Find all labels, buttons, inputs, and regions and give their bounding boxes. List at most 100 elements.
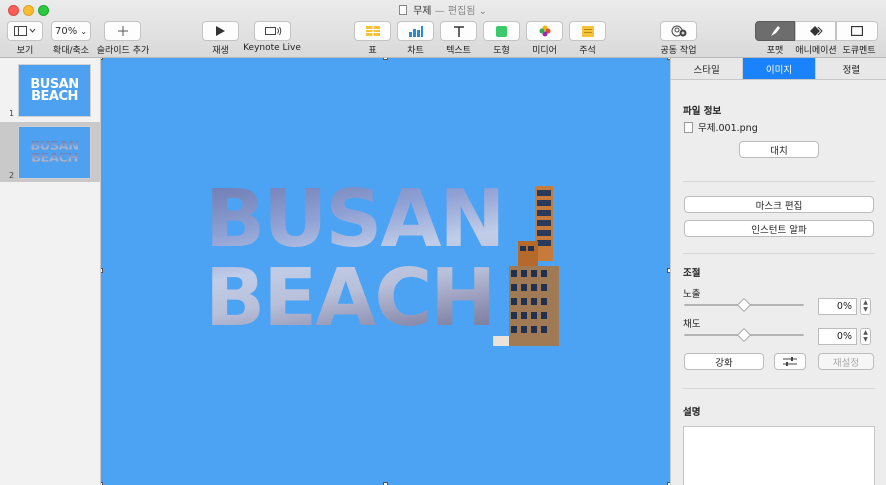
animate-icon: [809, 26, 823, 36]
window-title-text: 무제: [413, 6, 432, 17]
divider: [683, 388, 875, 389]
zoom-label: 확대/축소: [52, 46, 90, 56]
chevron-down-icon: ▼: [863, 336, 868, 344]
document-panel-icon: [851, 26, 863, 36]
shape-icon: [496, 25, 507, 37]
shape-label: 도형: [493, 46, 510, 56]
adjust-title: 조절: [683, 268, 701, 279]
chart-button[interactable]: [397, 21, 434, 41]
format-label: 포맷: [766, 46, 784, 56]
exposure-label: 노출: [683, 289, 701, 300]
tab-style[interactable]: 스타일: [671, 58, 744, 79]
chevron-up-icon: ▲: [863, 298, 868, 306]
comment-button[interactable]: [569, 21, 606, 41]
exposure-field[interactable]: 0%: [818, 298, 857, 315]
inspector-panel: 스타일 이미지 정렬 파일 정보 무제.001.png 대치 마스크 편집 인스…: [670, 58, 886, 485]
edit-mask-button[interactable]: 마스크 편집: [684, 196, 874, 213]
table-button[interactable]: [354, 21, 391, 41]
enhance-button[interactable]: 강화: [684, 353, 764, 370]
animate-label: 애니메이션: [795, 46, 837, 56]
chevron-up-icon: ▲: [863, 328, 868, 336]
sliders-icon: [783, 357, 797, 366]
animate-button[interactable]: [795, 21, 836, 41]
tab-image[interactable]: 이미지: [743, 58, 816, 79]
document-icon: [398, 5, 407, 15]
collaborate-label: 공동 작업: [660, 46, 697, 56]
exposure-slider-thumb[interactable]: [736, 297, 752, 313]
instant-alpha-button[interactable]: 인스턴트 알파: [684, 220, 874, 237]
document-button[interactable]: [836, 21, 878, 41]
text-button[interactable]: [440, 21, 477, 41]
view-button[interactable]: [7, 21, 43, 41]
add-slide-button[interactable]: [104, 21, 141, 41]
toolbar: 무제 — 편집됨 ⌄ 보기 70% ⌄ 확대/축소 슬라이드 추가 재생 Key…: [0, 0, 886, 58]
resize-handle[interactable]: [101, 268, 103, 273]
comment-icon: [581, 25, 594, 37]
media-label: 미디어: [532, 46, 557, 56]
plus-icon: [117, 26, 128, 36]
slide-number: 1: [9, 109, 15, 118]
building-photo: [493, 186, 559, 346]
reset-button[interactable]: 재설정: [818, 353, 874, 370]
slide-navigator: 1 BUSAN BEACH 2 BUSAN BEACH: [0, 58, 101, 485]
slide-preview: BUSAN BEACH: [18, 64, 91, 117]
chevron-down-icon: ▼: [863, 306, 868, 314]
slide-thumbnail-1[interactable]: 1 BUSAN BEACH: [0, 60, 100, 120]
text-label: 텍스트: [446, 46, 471, 56]
slide-canvas[interactable]: BUSAN BEACH: [101, 58, 670, 485]
saturation-stepper[interactable]: ▲ ▼: [860, 328, 871, 345]
chevron-down-icon[interactable]: ⌄: [479, 6, 487, 17]
chevron-down-icon: ⌄: [80, 26, 87, 36]
exposure-stepper[interactable]: ▲ ▼: [860, 298, 871, 315]
saturation-label: 채도: [683, 319, 701, 330]
collaborate-button[interactable]: [660, 21, 697, 41]
keynote-live-button[interactable]: [254, 21, 291, 41]
media-button[interactable]: [526, 21, 563, 41]
play-icon: [216, 26, 225, 36]
add-slide-label: 슬라이드 추가: [96, 46, 150, 56]
slide-text-line2: BEACH: [31, 88, 78, 104]
table-icon: [365, 26, 380, 36]
file-info-title: 파일 정보: [683, 106, 722, 117]
file-info: 무제.001.png: [684, 120, 758, 134]
description-field[interactable]: [683, 426, 875, 485]
zoom-value: 70%: [55, 25, 78, 37]
slide-thumbnail-2[interactable]: 2 BUSAN BEACH: [0, 122, 100, 182]
comment-label: 주석: [579, 46, 596, 56]
resize-handle[interactable]: [101, 58, 103, 60]
window-title: 무제 — 편집됨 ⌄: [0, 2, 886, 17]
bar-chart-icon: [408, 25, 423, 37]
title-line2: BEACH: [205, 252, 495, 344]
slide-text-line2: BEACH: [31, 150, 78, 166]
inspector-tabs: 스타일 이미지 정렬: [671, 58, 886, 80]
saturation-field[interactable]: 0%: [818, 328, 857, 345]
saturation-slider-thumb[interactable]: [736, 327, 752, 343]
chart-label: 차트: [407, 46, 424, 56]
divider: [683, 253, 875, 254]
window-subtitle: — 편집됨: [434, 6, 476, 17]
tab-arrange[interactable]: 정렬: [815, 58, 886, 79]
slide-preview: BUSAN BEACH: [18, 126, 91, 179]
document-label: 도큐멘트: [842, 46, 876, 56]
sidebar-icon: [14, 26, 36, 36]
description-title: 설명: [683, 407, 701, 418]
file-icon: [684, 121, 693, 133]
slide-number: 2: [9, 171, 15, 180]
text-icon: [453, 25, 464, 37]
view-label: 보기: [16, 46, 34, 56]
replace-button[interactable]: 대치: [739, 141, 819, 158]
photos-icon: [539, 25, 550, 37]
zoom-select[interactable]: 70% ⌄: [51, 21, 91, 41]
keynote-live-label: Keynote Live: [243, 43, 301, 53]
shape-button[interactable]: [483, 21, 520, 41]
paintbrush-icon: [771, 26, 780, 36]
divider: [683, 181, 875, 182]
keynote-live-icon: [264, 26, 281, 36]
file-name: 무제.001.png: [698, 123, 758, 134]
play-button[interactable]: [202, 21, 239, 41]
adjust-levels-button[interactable]: [774, 353, 806, 370]
resize-handle[interactable]: [383, 58, 388, 60]
format-button[interactable]: [755, 21, 795, 41]
play-label: 재생: [212, 46, 229, 56]
collaborate-icon: [671, 25, 686, 37]
